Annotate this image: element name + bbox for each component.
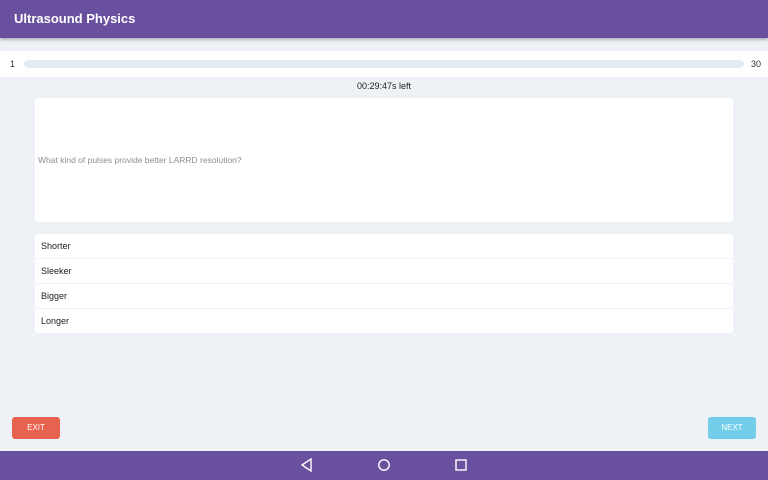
app-bar: Ultrasound Physics [0, 0, 768, 38]
progress-end-label: 30 [750, 59, 761, 69]
answer-list: Shorter Sleeker Bigger Longer [35, 234, 733, 333]
recents-icon[interactable] [453, 457, 469, 473]
next-button[interactable]: NEXT [708, 417, 756, 439]
back-icon[interactable] [299, 457, 315, 473]
system-nav-bar [0, 451, 768, 480]
question-card: What kind of pulses provide better LARRD… [35, 98, 733, 222]
answer-option[interactable]: Sleeker [35, 259, 733, 284]
answer-option[interactable]: Shorter [35, 234, 733, 259]
question-text: What kind of pulses provide better LARRD… [38, 155, 242, 165]
answer-option[interactable]: Bigger [35, 284, 733, 309]
app-title: Ultrasound Physics [14, 11, 136, 26]
timer-text: 00:29:47s left [356, 81, 412, 91]
home-icon[interactable] [376, 457, 392, 473]
progress-start-label: 1 [10, 59, 16, 69]
exit-button[interactable]: EXIT [12, 417, 60, 439]
answer-option[interactable]: Longer [35, 309, 733, 333]
progress-bar [24, 60, 744, 68]
progress-row: 1 30 [0, 51, 768, 77]
